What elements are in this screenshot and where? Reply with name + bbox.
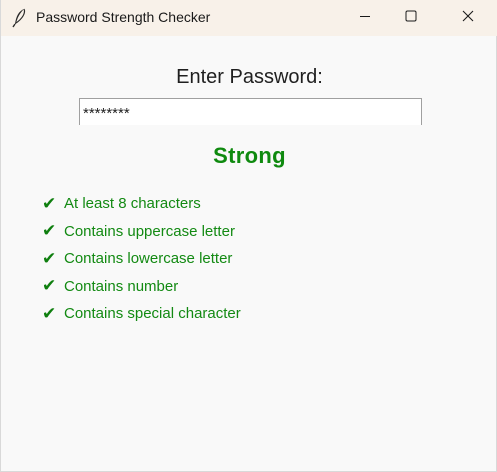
- maximize-icon: [405, 9, 417, 27]
- close-icon: [462, 9, 474, 27]
- criterion-label: Contains number: [64, 277, 179, 295]
- minimize-button[interactable]: [342, 0, 388, 36]
- criteria-list: ✔ At least 8 characters ✔ Contains upper…: [42, 190, 241, 328]
- criterion-label: Contains lowercase letter: [64, 250, 233, 268]
- criterion-lowercase: ✔ Contains lowercase letter: [42, 245, 241, 273]
- checkmark-icon: ✔: [42, 276, 57, 297]
- criterion-label: Contains uppercase letter: [64, 222, 235, 240]
- checkmark-icon: ✔: [42, 193, 57, 214]
- criterion-special: ✔ Contains special character: [42, 300, 241, 328]
- criterion-number: ✔ Contains number: [42, 273, 241, 301]
- feather-icon: [11, 8, 29, 28]
- window-title: Password Strength Checker: [36, 9, 211, 25]
- criterion-uppercase: ✔ Contains uppercase letter: [42, 218, 241, 246]
- close-button[interactable]: [445, 0, 491, 36]
- checkmark-icon: ✔: [42, 221, 57, 242]
- app-window: Password Strength Checker Enter Password…: [0, 0, 497, 472]
- strength-label: Strong: [213, 143, 286, 168]
- password-prompt-label: Enter Password:: [176, 66, 323, 88]
- minimize-icon: [359, 9, 371, 27]
- criterion-label: Contains special character: [64, 305, 241, 323]
- criterion-length: ✔ At least 8 characters: [42, 190, 241, 218]
- checkmark-icon: ✔: [42, 248, 57, 269]
- password-input[interactable]: [79, 98, 422, 125]
- title-bar[interactable]: Password Strength Checker: [1, 0, 497, 36]
- checkmark-icon: ✔: [42, 303, 57, 324]
- criterion-label: At least 8 characters: [64, 195, 201, 213]
- maximize-button[interactable]: [388, 0, 434, 36]
